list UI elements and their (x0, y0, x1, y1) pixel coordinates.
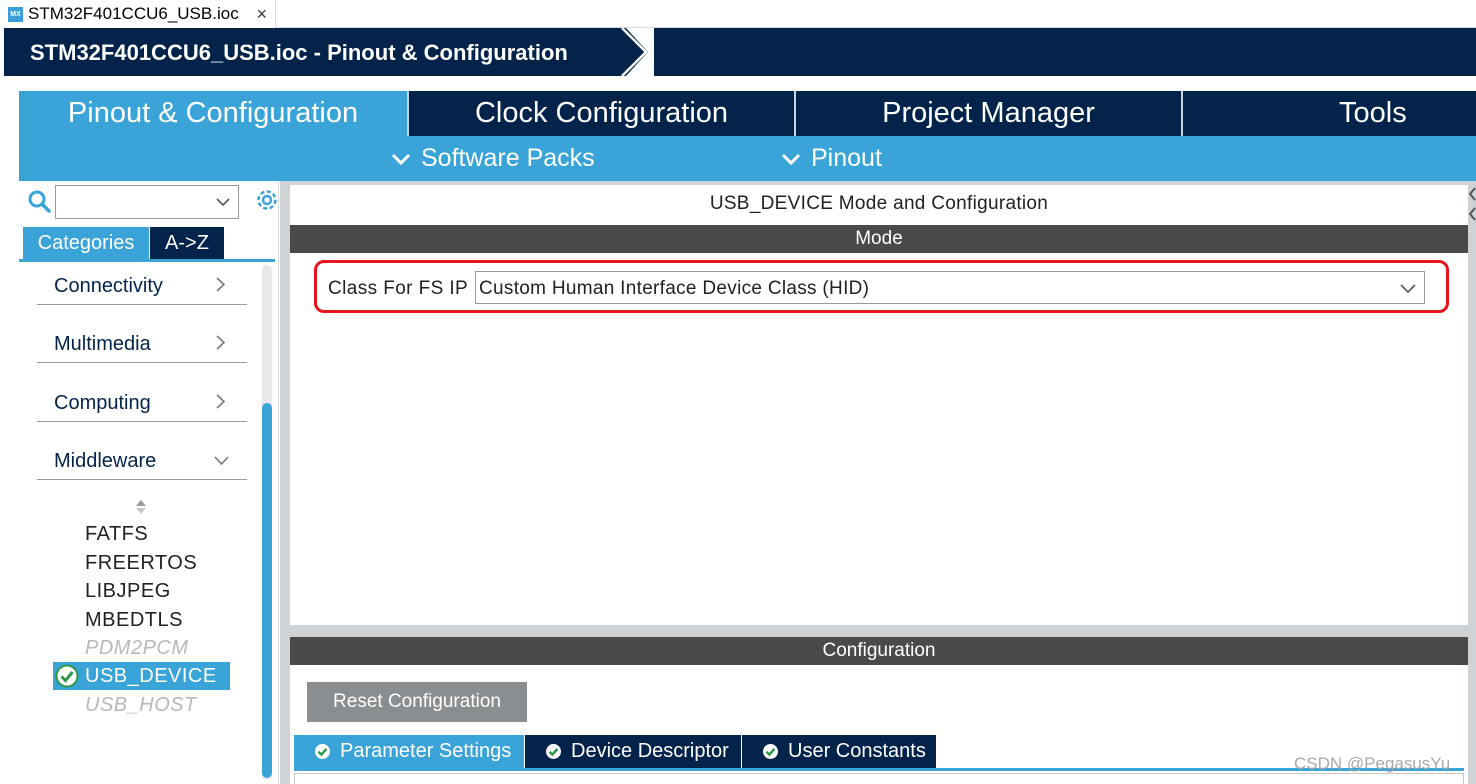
tab-parameter-settings[interactable]: Parameter Settings (294, 735, 524, 768)
main-tab-bar: Pinout & Configuration Clock Configurati… (19, 91, 1476, 136)
tab-categories[interactable]: Categories (23, 227, 149, 259)
tab-label: Device Descriptor (571, 740, 729, 762)
chevron-down-icon (214, 456, 229, 465)
category-label: Multimedia (54, 333, 151, 355)
check-circle-icon (315, 744, 330, 759)
sub-tab-label: Pinout (811, 144, 882, 172)
chevron-down-icon (216, 198, 230, 207)
watermark: CSDN @PegasusYu (1294, 754, 1451, 773)
search-input[interactable] (55, 185, 239, 219)
categories-panel: Categories A->Z Connectivity Multimedia … (19, 181, 279, 784)
editor-tab[interactable]: MX STM32F401CCU6_USB.ioc × (0, 0, 276, 28)
category-middleware[interactable]: Middleware (37, 440, 247, 480)
chevron-right-icon (216, 394, 225, 409)
window-title: STM32F401CCU6_USB.ioc - Pinout & Configu… (30, 40, 568, 65)
middleware-item-usb-host[interactable]: USB_HOST (85, 694, 197, 717)
middleware-item-mbedtls[interactable]: MBEDTLS (85, 609, 183, 632)
category-multimedia[interactable]: Multimedia (37, 323, 247, 363)
collapse-handle-icon[interactable] (1468, 186, 1476, 226)
category-label: Computing (54, 392, 151, 414)
configuration-section-header: Configuration (290, 637, 1468, 665)
parameter-settings-content (294, 773, 1464, 784)
section-label: Configuration (822, 640, 936, 661)
tab-device-descriptor[interactable]: Device Descriptor (525, 735, 741, 768)
category-label: Connectivity (54, 275, 163, 297)
breadcrumb-chevron-icon (614, 28, 654, 76)
tab-label: Tools (1339, 97, 1407, 129)
middleware-item-freertos[interactable]: FREERTOS (85, 552, 197, 575)
close-icon[interactable]: × (256, 4, 267, 25)
class-for-fs-ip-select[interactable]: Custom Human Interface Device Class (HID… (475, 271, 1425, 304)
panel-title: USB_DEVICE Mode and Configuration (709, 193, 1049, 214)
tab-pinout-configuration[interactable]: Pinout & Configuration (19, 91, 407, 136)
section-label: Mode (855, 228, 903, 249)
tab-label: A->Z (165, 231, 209, 254)
chevron-down-icon (391, 153, 411, 165)
tab-label: Project Manager (882, 97, 1095, 129)
search-icon[interactable] (27, 189, 53, 215)
check-circle-icon (546, 744, 561, 759)
tab-label: Categories (37, 231, 135, 254)
tab-label: User Constants (788, 740, 926, 762)
reset-configuration-button[interactable]: Reset Configuration (307, 682, 527, 722)
middleware-item-fatfs[interactable]: FATFS (85, 523, 148, 546)
check-circle-icon (763, 744, 778, 759)
tab-clock-configuration[interactable]: Clock Configuration (409, 91, 794, 136)
tab-label: Clock Configuration (474, 97, 729, 129)
tab-underline (19, 259, 275, 262)
middleware-item-pdm2pcm[interactable]: PDM2PCM (85, 637, 189, 660)
tab-label: Pinout & Configuration (67, 97, 359, 129)
sub-tab-bar: Software Packs Pinout (19, 136, 1476, 181)
cubemx-file-icon: MX (8, 6, 23, 22)
class-for-fs-ip-label: Class For FS IP (328, 278, 469, 299)
editor-tab-label: STM32F401CCU6_USB.ioc (28, 4, 239, 23)
tab-label: Parameter Settings (340, 740, 512, 762)
mode-panel: USB_DEVICE Mode and Configuration Mode C… (290, 185, 1468, 625)
main-content: USB_DEVICE Mode and Configuration Mode C… (280, 181, 1476, 784)
tab-a-to-z[interactable]: A->Z (150, 227, 224, 259)
middleware-item-libjpeg[interactable]: LIBJPEG (85, 580, 171, 603)
title-bar: STM32F401CCU6_USB.ioc - Pinout & Configu… (4, 28, 1476, 76)
editor-tab-bar: MX STM32F401CCU6_USB.ioc × (0, 0, 1476, 28)
chevron-right-icon (216, 335, 225, 350)
pinout-menu[interactable]: Pinout (781, 136, 882, 181)
chevron-down-icon (781, 153, 801, 165)
check-circle-icon (55, 664, 79, 688)
scrollbar-thumb[interactable] (262, 403, 272, 778)
gear-icon[interactable] (254, 187, 280, 213)
sub-tab-label: Software Packs (421, 144, 595, 172)
chevron-down-icon (1400, 284, 1416, 294)
category-label: Middleware (54, 450, 157, 472)
button-label: Reset Configuration (333, 691, 501, 712)
category-connectivity[interactable]: Connectivity (37, 265, 247, 305)
software-packs-menu[interactable]: Software Packs (391, 136, 595, 181)
select-value: Custom Human Interface Device Class (HID… (479, 278, 870, 299)
middleware-item-label: USB_DEVICE (85, 665, 217, 687)
configuration-panel: Configuration Reset Configuration Parame… (290, 637, 1468, 784)
tab-project-manager[interactable]: Project Manager (796, 91, 1181, 136)
tab-user-constants[interactable]: User Constants (742, 735, 936, 768)
mode-section-header: Mode (290, 225, 1468, 253)
chevron-right-icon (216, 277, 225, 292)
tab-tools[interactable]: Tools (1183, 91, 1476, 136)
category-computing[interactable]: Computing (37, 382, 247, 422)
sort-icon[interactable] (134, 498, 148, 516)
tab-underline (294, 768, 1464, 771)
middleware-item-usb-device[interactable]: USB_DEVICE (53, 662, 230, 690)
